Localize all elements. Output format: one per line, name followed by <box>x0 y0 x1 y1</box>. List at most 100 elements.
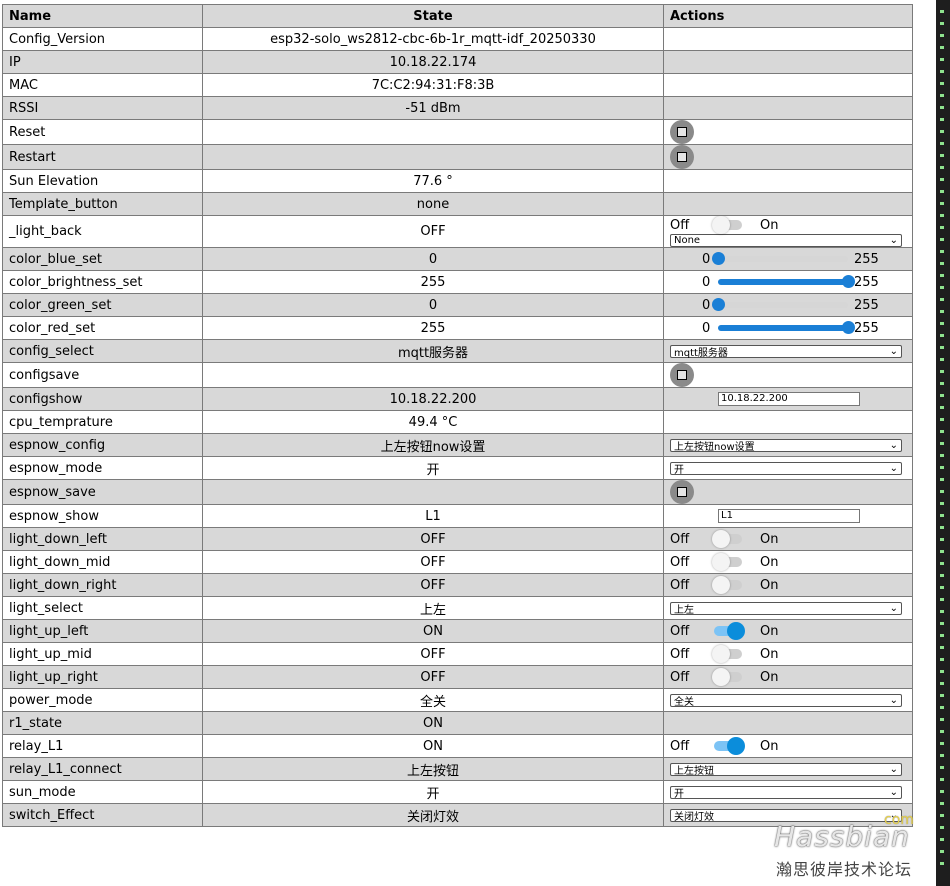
table-row: light_down_left OFF Off On <box>2 527 913 551</box>
strip-tick <box>940 274 944 277</box>
select-dropdown[interactable]: None ⌄ <box>670 234 902 247</box>
strip-tick <box>940 502 944 505</box>
slider-thumb[interactable] <box>842 275 855 288</box>
toggle-switch[interactable] <box>712 668 742 686</box>
strip-tick <box>940 862 944 865</box>
table-row: color_blue_set 0 0 255 <box>2 247 913 271</box>
strip-tick <box>940 562 944 565</box>
slider-max: 255 <box>854 297 879 313</box>
strip-tick <box>940 34 944 37</box>
row-name: r1_state <box>2 711 203 735</box>
strip-tick <box>940 310 944 313</box>
row-state: OFF <box>202 642 664 666</box>
slider-track[interactable] <box>712 252 848 265</box>
toggle-switch[interactable] <box>712 216 742 234</box>
slider-track[interactable] <box>718 275 855 288</box>
press-button[interactable] <box>670 363 694 387</box>
row-actions <box>663 144 913 170</box>
slider-track[interactable] <box>712 298 848 311</box>
row-state: OFF <box>202 527 664 551</box>
select-dropdown[interactable]: 上左按钮now设置 ⌄ <box>670 438 902 453</box>
switch-on-label: On <box>760 217 779 233</box>
strip-tick <box>940 514 944 517</box>
toggle-control: Off On <box>670 644 906 665</box>
toggle-switch[interactable] <box>712 576 742 594</box>
toggle-switch[interactable] <box>712 553 742 571</box>
strip-tick <box>940 658 944 661</box>
row-actions <box>663 50 913 74</box>
row-name: light_up_left <box>2 619 203 643</box>
row-actions: 0 255 <box>663 270 913 294</box>
strip-tick <box>940 46 944 49</box>
select-value: 开 <box>674 788 684 800</box>
strip-tick <box>940 646 944 649</box>
chevron-down-icon: ⌄ <box>889 345 898 357</box>
slider-control: 0 255 <box>670 295 906 316</box>
row-name: relay_L1 <box>2 734 203 758</box>
slider-thumb[interactable] <box>842 321 855 334</box>
select-dropdown[interactable]: mqtt服务器 ⌄ <box>670 344 902 359</box>
row-state: 0 <box>202 293 664 317</box>
strip-tick <box>940 850 944 853</box>
text-input[interactable]: 10.18.22.200 <box>718 392 860 406</box>
strip-tick <box>940 490 944 493</box>
table-row: configshow 10.18.22.200 10.18.22.200 <box>2 387 913 411</box>
row-name: Reset <box>2 119 203 145</box>
row-state: 255 <box>202 316 664 340</box>
row-actions: 开 ⌄ <box>663 780 913 804</box>
row-actions <box>663 711 913 735</box>
row-name: _light_back <box>2 215 203 248</box>
strip-tick <box>940 10 944 13</box>
select-dropdown[interactable]: 上左 ⌄ <box>670 601 902 616</box>
select-dropdown[interactable]: 关闭灯效 ⌄ <box>670 808 902 823</box>
row-state: 开 <box>202 456 664 480</box>
row-state: 上左 <box>202 596 664 620</box>
row-actions <box>663 479 913 505</box>
table-row: light_down_mid OFF Off On <box>2 550 913 574</box>
toggle-control: Off On <box>670 575 906 596</box>
row-state: 10.18.22.174 <box>202 50 664 74</box>
row-actions: 0 255 <box>663 247 913 271</box>
strip-tick <box>940 622 944 625</box>
row-actions <box>663 119 913 145</box>
select-dropdown[interactable]: 开 ⌄ <box>670 785 902 800</box>
toggle-switch[interactable] <box>712 530 742 548</box>
slider-thumb[interactable] <box>712 298 725 311</box>
row-name: light_down_mid <box>2 550 203 574</box>
text-input[interactable]: L1 <box>718 509 860 523</box>
row-actions <box>663 192 913 216</box>
table-row: Restart <box>2 144 913 170</box>
select-dropdown[interactable]: 上左按钮 ⌄ <box>670 762 902 777</box>
row-name: color_blue_set <box>2 247 203 271</box>
strip-tick <box>940 586 944 589</box>
strip-tick <box>940 478 944 481</box>
row-state: -51 dBm <box>202 96 664 120</box>
row-state <box>202 479 664 505</box>
switch-off-label: Off <box>670 646 690 662</box>
toggle-switch[interactable] <box>714 737 745 755</box>
row-actions: Off On <box>663 642 913 666</box>
header-actions: Actions <box>663 4 913 28</box>
toggle-switch[interactable] <box>714 622 745 640</box>
press-button[interactable] <box>670 120 694 144</box>
slider-track[interactable] <box>718 321 855 334</box>
row-name: Config_Version <box>2 27 203 51</box>
row-actions: Off On <box>663 527 913 551</box>
toggle-switch[interactable] <box>712 645 742 663</box>
row-name: cpu_temprature <box>2 410 203 434</box>
strip-tick <box>940 418 944 421</box>
row-state: ON <box>202 619 664 643</box>
select-dropdown[interactable]: 全关 ⌄ <box>670 693 902 708</box>
select-value: 开 <box>674 464 684 476</box>
press-button[interactable] <box>670 145 694 169</box>
slider-thumb[interactable] <box>712 252 725 265</box>
switch-off-label: Off <box>670 623 690 639</box>
row-name: Sun Elevation <box>2 169 203 193</box>
strip-tick <box>940 466 944 469</box>
press-button[interactable] <box>670 480 694 504</box>
strip-tick <box>940 22 944 25</box>
select-dropdown[interactable]: 开 ⌄ <box>670 461 902 476</box>
row-state: 77.6 ° <box>202 169 664 193</box>
toggle-control: Off On <box>670 552 906 573</box>
strip-tick <box>940 694 944 697</box>
